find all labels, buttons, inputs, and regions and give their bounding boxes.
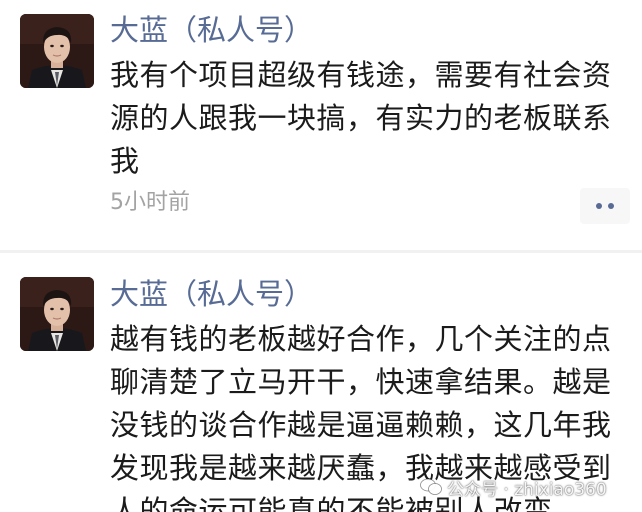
avatar-image bbox=[20, 277, 94, 351]
post-content: 越有钱的老板越好合作，几个关注的点聊清楚了立马开干，快速拿结果。越是没钱的谈合作… bbox=[110, 322, 612, 512]
moment-post: 大蓝（私人号） 我有个项目超级有钱途，需要有社会资源的人跟我一块搞，有实力的老板… bbox=[0, 0, 642, 250]
post-content: 我有个项目超级有钱途，需要有社会资源的人跟我一块搞，有实力的老板联系我 bbox=[110, 58, 612, 178]
moments-feed: 大蓝（私人号） 我有个项目超级有钱途，需要有社会资源的人跟我一块搞，有实力的老板… bbox=[0, 0, 642, 512]
avatar[interactable] bbox=[20, 277, 94, 351]
author-name[interactable]: 大蓝（私人号） bbox=[110, 276, 313, 312]
more-dots-icon bbox=[596, 203, 614, 209]
avatar[interactable] bbox=[20, 14, 94, 88]
author-name[interactable]: 大蓝（私人号） bbox=[110, 12, 313, 48]
more-actions-button[interactable] bbox=[580, 188, 630, 224]
avatar-image bbox=[20, 14, 94, 88]
moment-post: 大蓝（私人号） 越有钱的老板越好合作，几个关注的点聊清楚了立马开干，快速拿结果。… bbox=[0, 253, 642, 512]
post-timestamp: 5小时前 bbox=[110, 190, 190, 215]
